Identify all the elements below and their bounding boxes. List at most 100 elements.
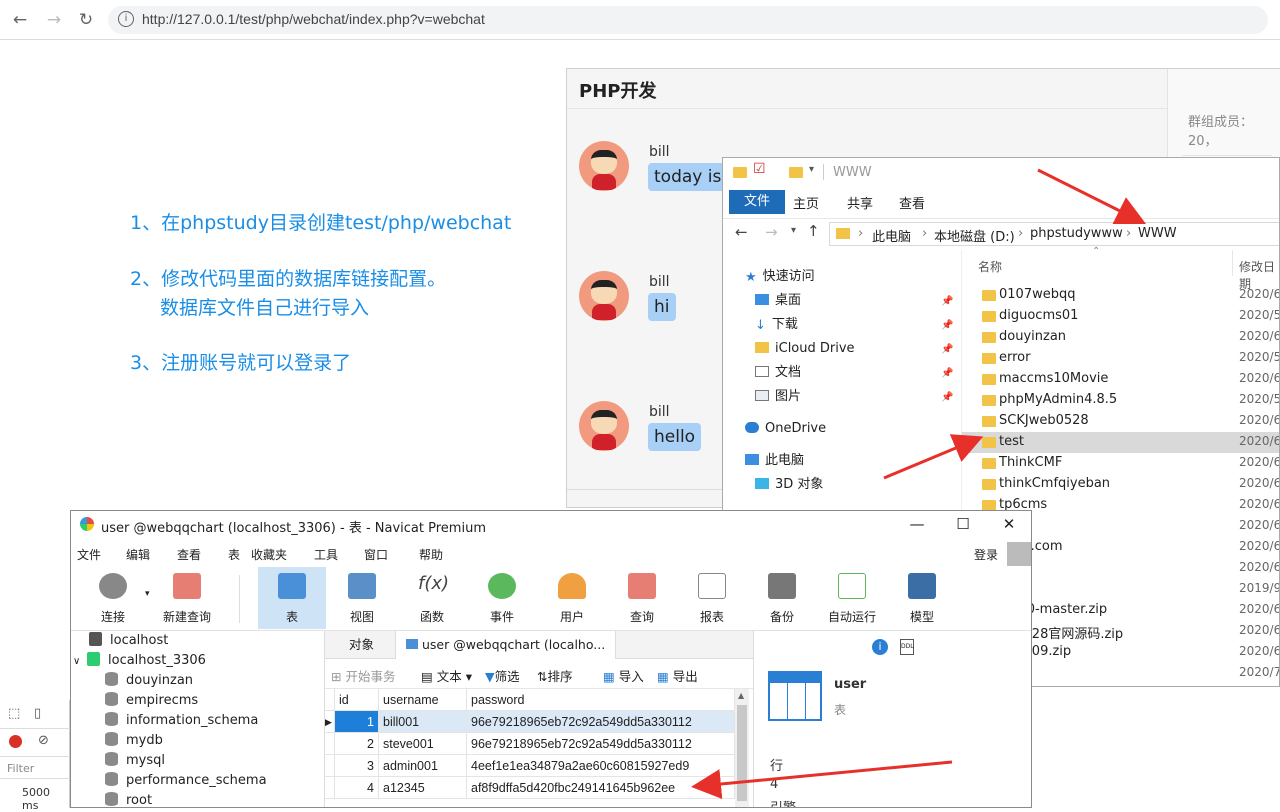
cell-id[interactable]: 4 bbox=[335, 777, 379, 799]
cell-username[interactable]: steve001 bbox=[379, 733, 467, 755]
nav-this-pc[interactable]: 此电脑 bbox=[745, 450, 804, 472]
file-row[interactable]: ThinkCMF 2020/6, bbox=[962, 453, 1279, 474]
menu-tools[interactable]: 工具 bbox=[314, 546, 338, 563]
tab-home[interactable]: 主页 bbox=[793, 193, 819, 212]
connect-button[interactable]: 连接 bbox=[79, 567, 147, 629]
reload-icon[interactable]: ↻ bbox=[74, 8, 98, 32]
file-row[interactable]: diguocms01 2020/5, bbox=[962, 306, 1279, 327]
login-link[interactable]: 登录 bbox=[974, 546, 998, 563]
cell-id[interactable]: 3 bbox=[335, 755, 379, 777]
nav-3d-objects[interactable]: 3D 对象 bbox=[755, 474, 823, 496]
automation-button[interactable]: 自动运行 bbox=[818, 567, 886, 629]
file-row[interactable]: error 2020/5, bbox=[962, 348, 1279, 369]
file-row-selected[interactable]: test 2020/6, bbox=[962, 432, 1279, 453]
scrollbar-thumb[interactable] bbox=[737, 705, 747, 801]
cell-password[interactable]: 4eef1e1ea34879a2ae60c60815927ed9 bbox=[467, 755, 735, 777]
column-header-password[interactable]: password bbox=[467, 689, 735, 711]
avatar[interactable] bbox=[579, 141, 629, 191]
pin-icon[interactable]: 📌 bbox=[941, 344, 953, 355]
nav-pictures[interactable]: 图片 bbox=[755, 386, 801, 408]
cell-password[interactable]: 96e79218965eb72c92a549dd5a330112 bbox=[467, 733, 735, 755]
maximize-icon[interactable]: ☐ bbox=[943, 515, 983, 537]
info-icon[interactable]: i bbox=[118, 11, 134, 27]
properties-icon[interactable]: ☑ bbox=[753, 161, 766, 177]
menu-file[interactable]: 文件 bbox=[77, 546, 101, 563]
menu-help[interactable]: 帮助 bbox=[419, 546, 443, 563]
menu-table[interactable]: 表 bbox=[228, 546, 240, 563]
file-row[interactable]: phpMyAdmin4.8.5 2020/5, bbox=[962, 390, 1279, 411]
nav-desktop[interactable]: 桌面 bbox=[755, 290, 801, 312]
menu-favorites[interactable]: 收藏夹 bbox=[251, 546, 287, 563]
info-icon[interactable]: i bbox=[872, 639, 888, 655]
model-button[interactable]: 模型 bbox=[888, 567, 956, 629]
import-button[interactable]: ▦ 导入 bbox=[603, 666, 644, 685]
file-row[interactable]: thinkCmfqiyeban 2020/6, bbox=[962, 474, 1279, 495]
nav-onedrive[interactable]: OneDrive bbox=[745, 418, 826, 440]
column-header-id[interactable]: id bbox=[335, 689, 379, 711]
tab-objects[interactable]: 对象 bbox=[339, 631, 384, 659]
file-row[interactable]: maccms10Movie 2020/6, bbox=[962, 369, 1279, 390]
new-query-button[interactable]: 新建查询 bbox=[153, 567, 221, 629]
file-row[interactable]: douyinzan 2020/6, bbox=[962, 327, 1279, 348]
tab-share[interactable]: 共享 bbox=[847, 193, 873, 212]
address-bar[interactable]: i http://127.0.0.1/test/php/webchat/inde… bbox=[108, 6, 1268, 34]
event-button[interactable]: 事件 bbox=[468, 567, 536, 629]
function-button[interactable]: f(x) 函数 bbox=[398, 567, 466, 629]
tab-file[interactable]: 文件 bbox=[729, 190, 785, 214]
tree-database[interactable]: mysql bbox=[105, 751, 165, 771]
export-button[interactable]: ▦ 导出 bbox=[657, 666, 698, 685]
tree-database[interactable]: douyinzan bbox=[105, 671, 193, 691]
view-button[interactable]: 视图 bbox=[328, 567, 396, 629]
chevron-down-icon[interactable]: ▾ bbox=[791, 225, 796, 236]
record-icon[interactable] bbox=[9, 735, 22, 748]
new-folder-icon[interactable] bbox=[789, 167, 803, 178]
tree-connection-open[interactable]: ∨ localhost_3306 bbox=[73, 651, 206, 671]
inspect-icon[interactable]: ⬚ bbox=[8, 706, 20, 721]
path-segment[interactable]: WWW bbox=[1138, 226, 1177, 241]
minimize-icon[interactable]: — bbox=[897, 515, 937, 537]
cell-password[interactable]: 96e79218965eb72c92a549dd5a330112 bbox=[467, 711, 735, 733]
tree-database[interactable]: root bbox=[105, 791, 152, 807]
filter-input[interactable]: Filter bbox=[7, 762, 34, 775]
pin-icon[interactable]: 📌 bbox=[941, 368, 953, 379]
back-arrow-icon[interactable]: ← bbox=[735, 223, 748, 241]
table-button[interactable]: 表 bbox=[258, 567, 326, 629]
tab-view[interactable]: 查看 bbox=[899, 193, 925, 212]
path-segment[interactable]: phpstudywww bbox=[1030, 226, 1123, 241]
chevron-down-icon[interactable]: ▾ bbox=[809, 164, 814, 175]
device-icon[interactable]: ▯ bbox=[34, 706, 41, 721]
pin-icon[interactable]: 📌 bbox=[941, 392, 953, 403]
chevron-down-icon[interactable]: ▾ bbox=[145, 589, 150, 599]
pin-icon[interactable]: 📌 bbox=[941, 296, 953, 307]
back-arrow-icon[interactable]: ← bbox=[8, 8, 32, 32]
begin-transaction-button[interactable]: ⊞ 开始事务 bbox=[331, 666, 395, 685]
cell-username[interactable]: bill001 bbox=[379, 711, 467, 733]
cell-password[interactable]: af8f9dffa5d420fbc249141645b962ee bbox=[467, 777, 735, 799]
sort-button[interactable]: ⇅排序 bbox=[537, 666, 573, 685]
clear-icon[interactable]: ⊘ bbox=[38, 733, 49, 748]
column-header-username[interactable]: username bbox=[379, 689, 467, 711]
file-row[interactable]: SCKJweb0528 2020/6, bbox=[962, 411, 1279, 432]
tree-database[interactable]: information_schema bbox=[105, 711, 258, 731]
file-row[interactable]: 0107webqq 2020/6, bbox=[962, 285, 1279, 306]
column-name[interactable]: 名称 bbox=[978, 258, 1002, 275]
nav-quick-access[interactable]: ★ 快速访问 bbox=[745, 266, 815, 288]
filter-button[interactable]: ▼筛选 bbox=[485, 666, 520, 685]
avatar[interactable] bbox=[579, 401, 629, 451]
tree-database[interactable]: empirecms bbox=[105, 691, 198, 711]
up-arrow-icon[interactable]: ↑ bbox=[807, 222, 820, 240]
pin-icon[interactable]: 📌 bbox=[941, 320, 953, 331]
cell-id[interactable]: 1 bbox=[335, 711, 379, 733]
avatar[interactable] bbox=[579, 271, 629, 321]
tree-database[interactable]: mydb bbox=[105, 731, 163, 751]
path-segment[interactable]: 此电脑 bbox=[872, 226, 911, 245]
path-segment[interactable]: 本地磁盘 (D:) bbox=[934, 226, 1015, 245]
forward-arrow-icon[interactable]: → bbox=[42, 8, 66, 32]
menu-view[interactable]: 查看 bbox=[177, 546, 201, 563]
nav-documents[interactable]: 文档 bbox=[755, 362, 801, 384]
user-button[interactable]: 用户 bbox=[538, 567, 606, 629]
report-button[interactable]: 报表 bbox=[678, 567, 746, 629]
nav-icloud[interactable]: iCloud Drive bbox=[755, 338, 855, 360]
cell-username[interactable]: admin001 bbox=[379, 755, 467, 777]
path-box[interactable]: › 此电脑 › 本地磁盘 (D:) › phpstudywww › WWW bbox=[829, 222, 1279, 246]
